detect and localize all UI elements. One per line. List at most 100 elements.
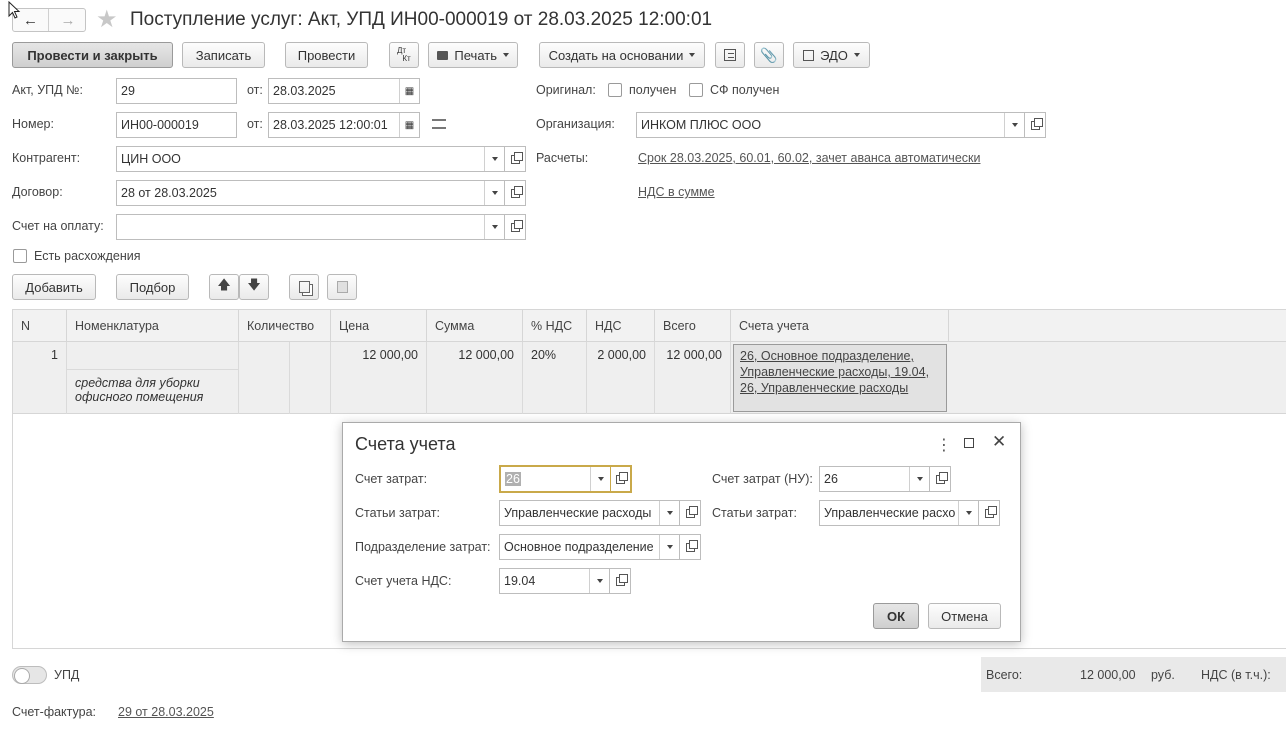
column-header-quantity[interactable]: Количество — [239, 310, 331, 342]
contract-dropdown[interactable] — [484, 181, 504, 205]
division-dropdown[interactable] — [659, 535, 679, 559]
contract-open-button[interactable] — [505, 180, 526, 206]
cost-account-nu-dropdown[interactable] — [909, 467, 929, 491]
act-number-field[interactable]: 29 — [116, 78, 237, 104]
number-label: Номер: — [12, 117, 54, 131]
cell-quantity[interactable] — [239, 342, 290, 414]
column-header-n[interactable]: N — [13, 310, 67, 342]
original-received-checkbox[interactable] — [608, 83, 622, 97]
cell-vat[interactable]: 2 000,00 — [587, 342, 655, 414]
cost-items-open-button[interactable] — [680, 500, 701, 526]
attach-button[interactable]: 📎 — [754, 42, 784, 68]
comment-edit-icon[interactable] — [432, 119, 446, 129]
cost-account-dropdown[interactable] — [590, 467, 610, 491]
move-up-button[interactable]: 🡅 — [209, 274, 239, 300]
cost-items-nu-dropdown[interactable] — [958, 501, 978, 525]
invoice-factura-link[interactable]: 29 от 28.03.2025 — [118, 705, 214, 719]
organization-field[interactable]: ИНКОМ ПЛЮС ООО — [636, 112, 1025, 138]
act-date-field[interactable]: 28.03.2025 ▦ — [268, 78, 420, 104]
settlements-link[interactable]: Срок 28.03.2025, 60.01, 60.02, зачет ава… — [638, 151, 980, 165]
page-title: Поступление услуг: Акт, УПД ИН00-000019 … — [130, 9, 713, 30]
cost-items-nu-field[interactable]: Управленческие расхо — [819, 500, 979, 526]
division-open-button[interactable] — [680, 534, 701, 560]
dt-kt-button[interactable]: Дт Кт — [389, 42, 419, 68]
sf-received-checkbox[interactable] — [689, 83, 703, 97]
edo-button[interactable]: ЭДО — [793, 42, 870, 68]
cancel-button[interactable]: Отмена — [928, 603, 1001, 629]
accounts-link-line-2[interactable]: Управленческие расходы, 19.04, — [740, 364, 940, 380]
number-date-field[interactable]: 28.03.2025 12:00:01 ▦ — [268, 112, 420, 138]
act-date-value: 28.03.2025 — [273, 84, 336, 98]
cost-account-open-button[interactable] — [611, 465, 632, 493]
close-icon[interactable]: ✕ — [992, 432, 1006, 452]
cell-nomenclature[interactable]: средства для уборки офисного помещения — [67, 342, 239, 414]
move-down-button[interactable]: 🡇 — [239, 274, 269, 300]
column-header-price[interactable]: Цена — [331, 310, 427, 342]
arrow-up-icon: 🡅 — [217, 277, 231, 292]
vat-account-field[interactable]: 19.04 — [499, 568, 610, 594]
invoice-dropdown[interactable] — [484, 215, 504, 239]
post-and-close-button[interactable]: Провести и закрыть — [12, 42, 173, 68]
cost-items-field[interactable]: Управленческие расходы — [499, 500, 680, 526]
cost-account-field[interactable]: 26 — [499, 465, 612, 493]
post-button[interactable]: Провести — [285, 42, 368, 68]
create-based-label: Создать на основании — [548, 47, 684, 63]
cell-accounts[interactable]: 26, Основное подразделение, Управленческ… — [731, 342, 949, 414]
cell-total[interactable]: 12 000,00 — [655, 342, 731, 414]
print-button[interactable]: Печать — [428, 42, 518, 68]
cell-vat-rate[interactable]: 20% — [523, 342, 587, 414]
organization-dropdown[interactable] — [1004, 113, 1024, 137]
paste-rows-button[interactable] — [327, 274, 357, 300]
accounts-link-line-3[interactable]: 26, Управленческие расходы — [740, 380, 940, 396]
cost-items-nu-open-button[interactable] — [979, 500, 1000, 526]
upd-toggle[interactable] — [12, 666, 47, 684]
accounts-link-box[interactable]: 26, Основное подразделение, Управленческ… — [733, 344, 947, 412]
vat-in-sum-link[interactable]: НДС в сумме — [638, 185, 715, 199]
structure-button[interactable] — [715, 42, 745, 68]
cell-price[interactable]: 12 000,00 — [331, 342, 427, 414]
cost-account-nu-field[interactable]: 26 — [819, 466, 930, 492]
cost-account-nu-open-button[interactable] — [930, 466, 951, 492]
division-label: Подразделение затрат: — [355, 540, 491, 554]
save-button[interactable]: Записать — [182, 42, 265, 68]
favorite-star-icon[interactable]: ★ — [96, 5, 118, 34]
column-header-sum[interactable]: Сумма — [427, 310, 523, 342]
column-header-vat[interactable]: НДС — [587, 310, 655, 342]
vat-account-open-button[interactable] — [610, 568, 631, 594]
forward-button[interactable]: → — [50, 9, 86, 31]
calendar-icon[interactable]: ▦ — [399, 113, 419, 137]
selection-button[interactable]: Подбор — [116, 274, 189, 300]
discrepancy-checkbox[interactable] — [13, 249, 27, 263]
calendar-icon[interactable]: ▦ — [399, 79, 419, 103]
ok-button[interactable]: ОК — [873, 603, 919, 629]
print-label: Печать — [454, 47, 497, 63]
column-header-accounts[interactable]: Счета учета — [731, 310, 949, 342]
sf-received-label: СФ получен — [710, 83, 780, 97]
cell-quantity-unit[interactable] — [290, 342, 331, 414]
copy-rows-button[interactable] — [289, 274, 319, 300]
maximize-icon[interactable] — [964, 438, 974, 448]
edo-label: ЭДО — [820, 47, 848, 63]
counterparty-open-button[interactable] — [505, 146, 526, 172]
organization-open-button[interactable] — [1025, 112, 1046, 138]
create-based-on-button[interactable]: Создать на основании — [539, 42, 705, 68]
add-row-button[interactable]: Добавить — [12, 274, 96, 300]
column-header-nomenclature[interactable]: Номенклатура — [67, 310, 239, 342]
chevron-down-icon — [491, 225, 498, 229]
open-icon — [510, 219, 523, 232]
column-header-total[interactable]: Всего — [655, 310, 731, 342]
vat-account-dropdown[interactable] — [589, 569, 609, 593]
contract-field[interactable]: 28 от 28.03.2025 — [116, 180, 505, 206]
number-field[interactable]: ИН00-000019 — [116, 112, 237, 138]
cost-items-dropdown[interactable] — [659, 501, 679, 525]
vat-account-label: Счет учета НДС: — [355, 574, 452, 588]
division-field[interactable]: Основное подразделение — [499, 534, 680, 560]
invoice-open-button[interactable] — [505, 214, 526, 240]
counterparty-field[interactable]: ЦИН ООО — [116, 146, 505, 172]
column-header-vat-rate[interactable]: % НДС — [523, 310, 587, 342]
counterparty-dropdown[interactable] — [484, 147, 504, 171]
cell-sum[interactable]: 12 000,00 — [427, 342, 523, 414]
more-vertical-icon[interactable]: ⋮ — [936, 435, 952, 455]
invoice-field[interactable] — [116, 214, 505, 240]
accounts-link-line-1[interactable]: 26, Основное подразделение, — [740, 348, 940, 364]
